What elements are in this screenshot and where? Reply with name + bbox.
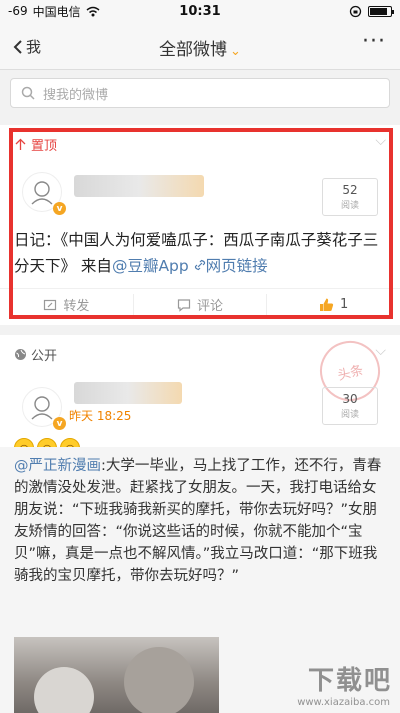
post-menu-chevron-icon[interactable]: ⌵ — [375, 343, 386, 359]
link-icon — [194, 259, 205, 271]
post-menu-chevron-icon[interactable]: ⌵ — [375, 133, 386, 149]
username-blurred[interactable] — [74, 175, 204, 197]
pinned-tag: 置顶 — [14, 135, 57, 154]
page-title-text: 全部微博 — [159, 40, 228, 60]
carrier-name: 中国电信 — [32, 4, 81, 19]
username-blurred[interactable] — [74, 382, 182, 404]
visibility-tag: 公开 — [14, 345, 57, 364]
navigation-bar: 我 全部微博 ⌄ ··· — [0, 22, 400, 70]
status-left: -69 中国电信 — [8, 3, 100, 20]
repost-author-link[interactable]: @严正新漫画 — [14, 458, 101, 474]
search-bar: 搜我的微博 — [0, 70, 400, 118]
wifi-icon — [86, 6, 100, 16]
rotation-lock-icon — [349, 5, 362, 17]
thumbs-up-icon — [320, 298, 334, 311]
search-input[interactable]: 搜我的微博 — [10, 78, 390, 108]
verified-badge-icon: v — [53, 417, 66, 430]
comment-button[interactable]: 评论 — [134, 293, 268, 316]
signal-strength: -69 — [8, 4, 28, 18]
site-watermark-url: www.xiazaiba.com — [297, 697, 390, 708]
default-avatar-icon — [31, 396, 53, 420]
stamp-label: 头条 — [336, 362, 365, 384]
post-time: 昨天 18:25 — [69, 409, 132, 423]
weibo-post-pinned[interactable]: 置顶 ⌵ v 52 阅读 日记：《中国人为何爱嗑瓜子：西瓜子南瓜子葵花子三分天下… — [0, 125, 400, 325]
web-link[interactable]: 网页链接 — [194, 257, 268, 275]
web-link-label: 网页链接 — [205, 257, 268, 275]
chevron-left-icon — [13, 39, 22, 54]
visibility-label: 公开 — [31, 349, 58, 364]
read-count-box: 30 阅读 — [322, 387, 378, 425]
status-bar: -69 中国电信 10:31 — [0, 0, 400, 22]
chevron-down-icon: ⌄ — [230, 44, 241, 59]
avatar[interactable]: v — [22, 387, 66, 430]
page-title[interactable]: 全部微博 ⌄ — [0, 35, 400, 60]
post-text: 日记：《中国人为何爱嗑瓜子：西瓜子南瓜子葵花子三分天下》 来自@豆瓣App 网页… — [14, 227, 384, 279]
repost-icon — [44, 299, 57, 310]
comment-label: 评论 — [197, 299, 224, 314]
repost-button[interactable]: 转发 — [0, 293, 134, 316]
read-count-label: 阅读 — [340, 410, 359, 420]
chinchilla-photo[interactable] — [14, 637, 219, 713]
read-count-box: 52 阅读 — [322, 178, 378, 216]
verified-badge-icon: v — [53, 202, 66, 215]
repost-text: @严正新漫画:大学一毕业，马上找了工作，还不行，青春的激情没处发泄。赶紧找了女朋… — [14, 455, 386, 587]
comment-icon — [177, 298, 191, 312]
battery-icon — [368, 5, 394, 17]
site-watermark: 下载吧 — [307, 666, 392, 696]
default-avatar-icon — [31, 181, 53, 205]
back-label: 我 — [26, 38, 42, 56]
repost-label: 转发 — [63, 299, 90, 314]
weibo-post[interactable]: 公开 ⌵ 头条 v 昨天 18:25 30 阅读 ◠ ◠ ◠ @严正新漫画:大学… — [0, 334, 400, 713]
source-link[interactable]: @豆瓣App — [112, 257, 189, 275]
like-button[interactable]: 1 — [267, 294, 400, 316]
pin-icon — [15, 138, 26, 150]
status-right — [349, 5, 394, 18]
read-count: 30 — [342, 392, 358, 406]
globe-icon — [15, 349, 26, 360]
read-count: 52 — [342, 183, 358, 197]
search-icon — [21, 86, 35, 100]
like-count: 1 — [340, 297, 349, 312]
read-count-label: 阅读 — [340, 201, 359, 211]
post-actions: 转发 评论 1 — [0, 288, 400, 320]
pinned-label: 置顶 — [31, 139, 58, 154]
repost-body: :大学一毕业，马上找了工作，还不行，青春的激情没处发泄。赶紧找了女朋友。一天，我… — [14, 458, 382, 584]
back-button[interactable]: 我 — [12, 36, 41, 57]
more-options-button[interactable]: ··· — [362, 31, 386, 53]
search-placeholder: 搜我的微博 — [43, 87, 109, 103]
avatar[interactable]: v — [22, 172, 66, 215]
